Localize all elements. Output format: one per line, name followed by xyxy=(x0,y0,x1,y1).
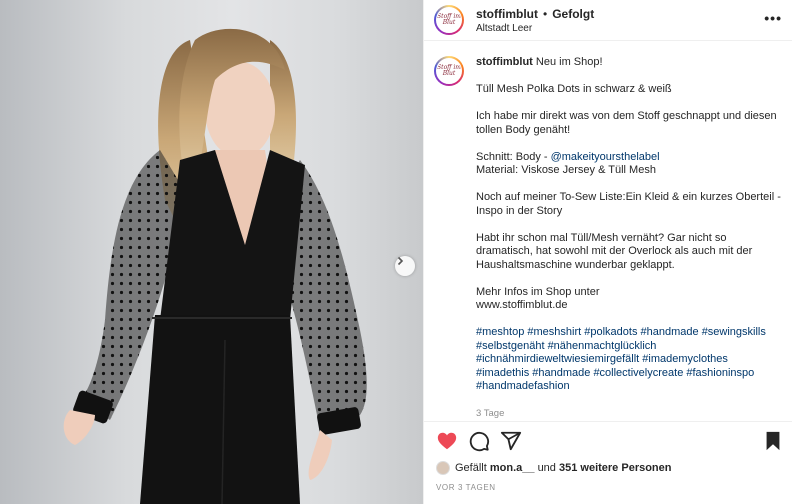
post-location[interactable]: Altstadt Leer xyxy=(476,23,594,34)
hashtag-link[interactable]: #meshshirt xyxy=(527,326,581,338)
likes-summary: Gefällt mon.a__ und 351 weitere Personen xyxy=(436,461,672,475)
next-image-button[interactable] xyxy=(395,256,415,276)
hashtag-link[interactable]: #meshtop xyxy=(476,326,524,338)
follow-status-button[interactable]: Gefolgt xyxy=(552,7,594,21)
caption-paragraph-5: Noch auf meiner To-Sew Liste:Ein Kleid &… xyxy=(476,191,781,217)
hashtag-link[interactable]: #handmade xyxy=(532,367,590,379)
caption-paragraph-2: Tüll Mesh Polka Dots in schwarz & weiß xyxy=(476,83,672,95)
caption-material: Material: Viskose Jersey & Tüll Mesh xyxy=(476,164,656,176)
caption-timestamp: 3 Tage xyxy=(476,407,505,419)
post-age: VOR 3 TAGEN xyxy=(436,483,496,492)
caption-line-1: Neu im Shop! xyxy=(535,56,603,68)
hashtag-link[interactable]: #selbstgenäht xyxy=(476,340,545,352)
hashtag-link[interactable]: #fashioninspo xyxy=(686,367,754,379)
hashtag-link[interactable]: #handmadefashion xyxy=(476,380,570,392)
caption-scroll-area[interactable]: Stoff im Blut stoffimblut Neu im Shop! T… xyxy=(424,42,792,422)
caption-paragraph-6: Habt ihr schon mal Tüll/Mesh vernäht? Ga… xyxy=(476,231,753,271)
post-header: Stoff im Blut stoffimblut • Gefolgt Alts… xyxy=(424,0,792,41)
hashtag-link[interactable]: #imadethis xyxy=(476,367,529,379)
hashtag-link[interactable]: #handmade xyxy=(641,326,699,338)
brand-logo: Stoff im Blut xyxy=(437,13,461,26)
share-icon[interactable] xyxy=(500,430,522,452)
hashtag-link[interactable]: #sewingskills xyxy=(702,326,766,338)
hashtag-link[interactable]: #imademyclothes xyxy=(642,353,728,365)
divider xyxy=(424,421,792,422)
heart-icon[interactable] xyxy=(436,430,458,452)
action-bar xyxy=(436,430,784,452)
caption-pattern-label: Schnitt: Body - xyxy=(476,150,551,163)
comment-icon[interactable] xyxy=(468,430,490,452)
caption-paragraph-3: Ich habe mir direkt was von dem Stoff ge… xyxy=(476,110,777,136)
liker-username[interactable]: mon.a__ xyxy=(490,462,535,474)
brand-logo: Stoff im Blut xyxy=(437,64,461,77)
hashtag-link[interactable]: #nähenmachtglücklich xyxy=(548,340,657,352)
post-details-panel: Stoff im Blut stoffimblut • Gefolgt Alts… xyxy=(423,0,792,504)
more-options-icon[interactable]: ••• xyxy=(764,10,782,26)
hashtag-link[interactable]: #collectivelycreate xyxy=(593,367,683,379)
hashtag-link[interactable]: #ichnähmirdieweltwiesiemirgefällt xyxy=(476,353,639,365)
caption-author-avatar[interactable]: Stoff im Blut xyxy=(434,56,464,86)
caption-shop-info: Mehr Infos im Shop unter xyxy=(476,285,600,298)
hashtag-link[interactable]: #polkadots xyxy=(584,326,637,338)
caption-text: stoffimblut Neu im Shop! Tüll Mesh Polka… xyxy=(476,56,783,420)
author-username[interactable]: stoffimblut xyxy=(476,7,538,21)
author-avatar[interactable]: Stoff im Blut xyxy=(434,5,464,35)
other-likers-link[interactable]: 351 weitere Personen xyxy=(559,462,672,474)
bookmark-icon[interactable] xyxy=(762,430,784,452)
mention-link[interactable]: @makeityoursthelabel xyxy=(551,151,660,163)
caption-shop-url: www.stoffimblut.de xyxy=(476,299,568,311)
liker-avatar[interactable] xyxy=(436,461,450,475)
post-photo[interactable] xyxy=(0,0,423,504)
hashtag-list: #meshtop #meshshirt #polkadots #handmade… xyxy=(476,326,783,394)
separator-dot: • xyxy=(543,6,548,21)
caption-username[interactable]: stoffimblut xyxy=(476,56,533,68)
chevron-right-icon xyxy=(397,256,404,266)
woman-in-black-mesh-body-image xyxy=(63,28,367,504)
